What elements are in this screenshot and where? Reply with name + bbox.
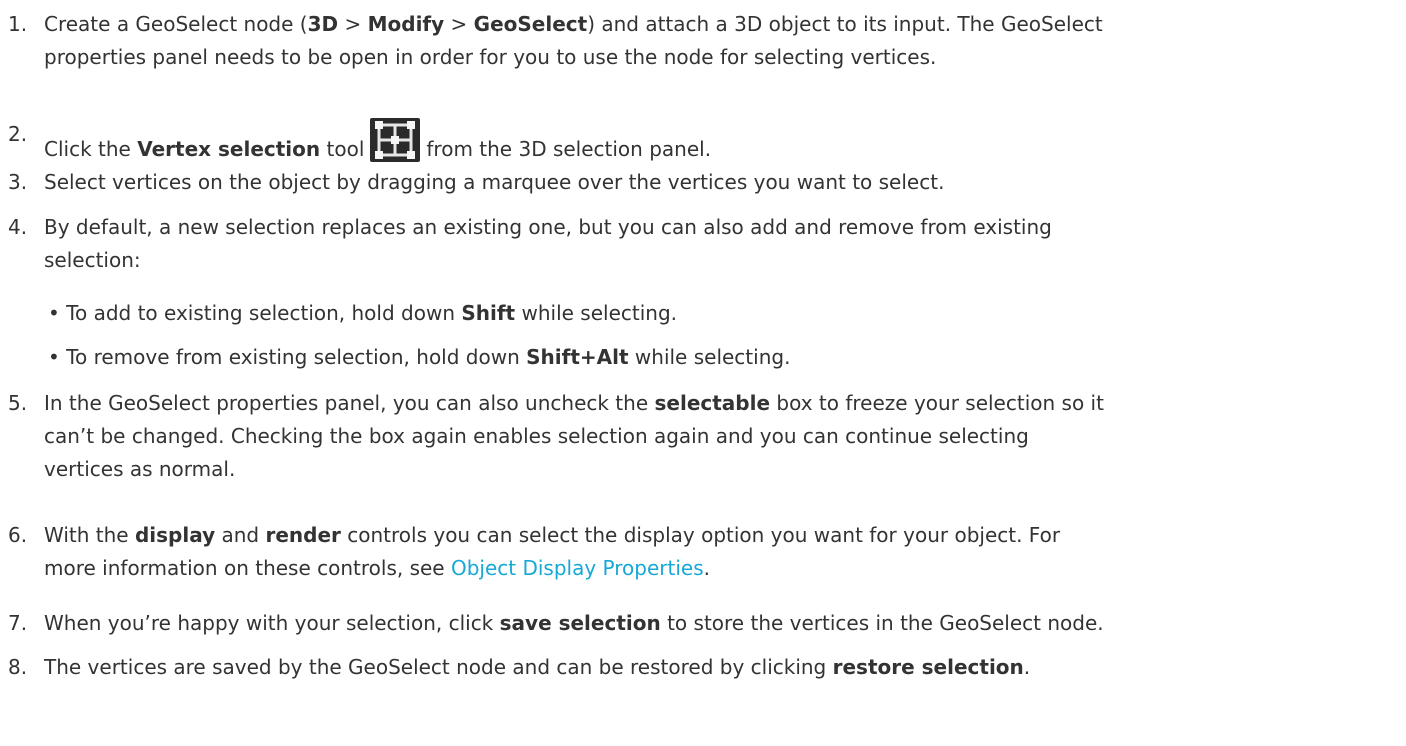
display-label: display bbox=[134, 523, 216, 547]
step-text-line2: properties panel needs to be open in ord… bbox=[44, 45, 937, 69]
step-number: 1. bbox=[8, 12, 28, 36]
step-6: 6. With the display and render controls … bbox=[8, 519, 1400, 585]
step-text-line2: more information on these controls, see bbox=[44, 556, 451, 580]
instructions-document: 1. Create a GeoSelect node (3D > Modify … bbox=[0, 0, 1406, 746]
step-text: tool bbox=[320, 137, 365, 161]
save-selection-label: save selection bbox=[499, 611, 661, 635]
menu-separator: > bbox=[444, 12, 474, 36]
selectable-label: selectable bbox=[654, 391, 771, 415]
step-number: 6. bbox=[8, 523, 28, 547]
step-text-line2: selection: bbox=[44, 248, 141, 272]
step-text: Create a GeoSelect node ( bbox=[44, 12, 308, 36]
step-text: In the GeoSelect properties panel, you c… bbox=[44, 391, 655, 415]
step-number: 8. bbox=[8, 655, 28, 679]
step-text: With the bbox=[44, 523, 135, 547]
menu-modify: Modify bbox=[367, 12, 445, 36]
step-text: box to freeze your selection so it bbox=[770, 391, 1104, 415]
step-4: 4. By default, a new selection replaces … bbox=[8, 211, 1400, 277]
step-number: 2. bbox=[8, 122, 28, 146]
step-text-line2: can’t be changed. Checking the box again… bbox=[44, 424, 1029, 448]
step-text: The vertices are saved by the GeoSelect … bbox=[44, 655, 833, 679]
step-3: 3. Select vertices on the object by drag… bbox=[8, 166, 1400, 199]
shortcut-shift-alt: Shift+Alt bbox=[526, 345, 629, 369]
step-text: Select vertices on the object by draggin… bbox=[44, 170, 945, 194]
menu-geoselect: GeoSelect bbox=[473, 12, 588, 36]
restore-selection-label: restore selection bbox=[832, 655, 1024, 679]
step-text: to store the vertices in the GeoSelect n… bbox=[660, 611, 1104, 635]
step-7: 7. When you’re happy with your selection… bbox=[8, 607, 1400, 640]
step-number: 3. bbox=[8, 170, 28, 194]
bullet-add-selection: • To add to existing selection, hold dow… bbox=[48, 301, 677, 325]
bullet-remove-selection: • To remove from existing selection, hol… bbox=[48, 345, 791, 369]
step-number: 5. bbox=[8, 391, 28, 415]
step-text: from the 3D selection panel. bbox=[426, 137, 712, 161]
step-text-line3: vertices as normal. bbox=[44, 457, 236, 481]
menu-3d: 3D bbox=[307, 12, 339, 36]
step-text: When you’re happy with your selection, c… bbox=[44, 611, 500, 635]
step-text: Click the bbox=[44, 137, 138, 161]
step-text: ) and attach a 3D object to its input. T… bbox=[587, 12, 1103, 36]
vertex-selection-icon bbox=[370, 118, 421, 162]
shortcut-shift: Shift bbox=[461, 301, 516, 325]
step-text: . bbox=[1023, 655, 1031, 679]
step-1: 1. Create a GeoSelect node (3D > Modify … bbox=[8, 8, 1400, 74]
step-5: 5. In the GeoSelect properties panel, yo… bbox=[8, 387, 1400, 486]
step-text: and bbox=[215, 523, 266, 547]
object-display-properties-link[interactable]: Object Display Properties bbox=[451, 556, 704, 580]
step-text: controls you can select the display opti… bbox=[340, 523, 1061, 547]
vertex-selection-label: Vertex selection bbox=[137, 137, 321, 161]
step-text: By default, a new selection replaces an … bbox=[44, 215, 1052, 239]
step-number: 4. bbox=[8, 215, 28, 239]
step-number: 7. bbox=[8, 611, 28, 635]
step-2: 2. Click the Vertex selection tool from … bbox=[8, 118, 1400, 166]
menu-separator: > bbox=[338, 12, 368, 36]
step-8: 8. The vertices are saved by the GeoSele… bbox=[8, 651, 1400, 684]
render-label: render bbox=[265, 523, 341, 547]
